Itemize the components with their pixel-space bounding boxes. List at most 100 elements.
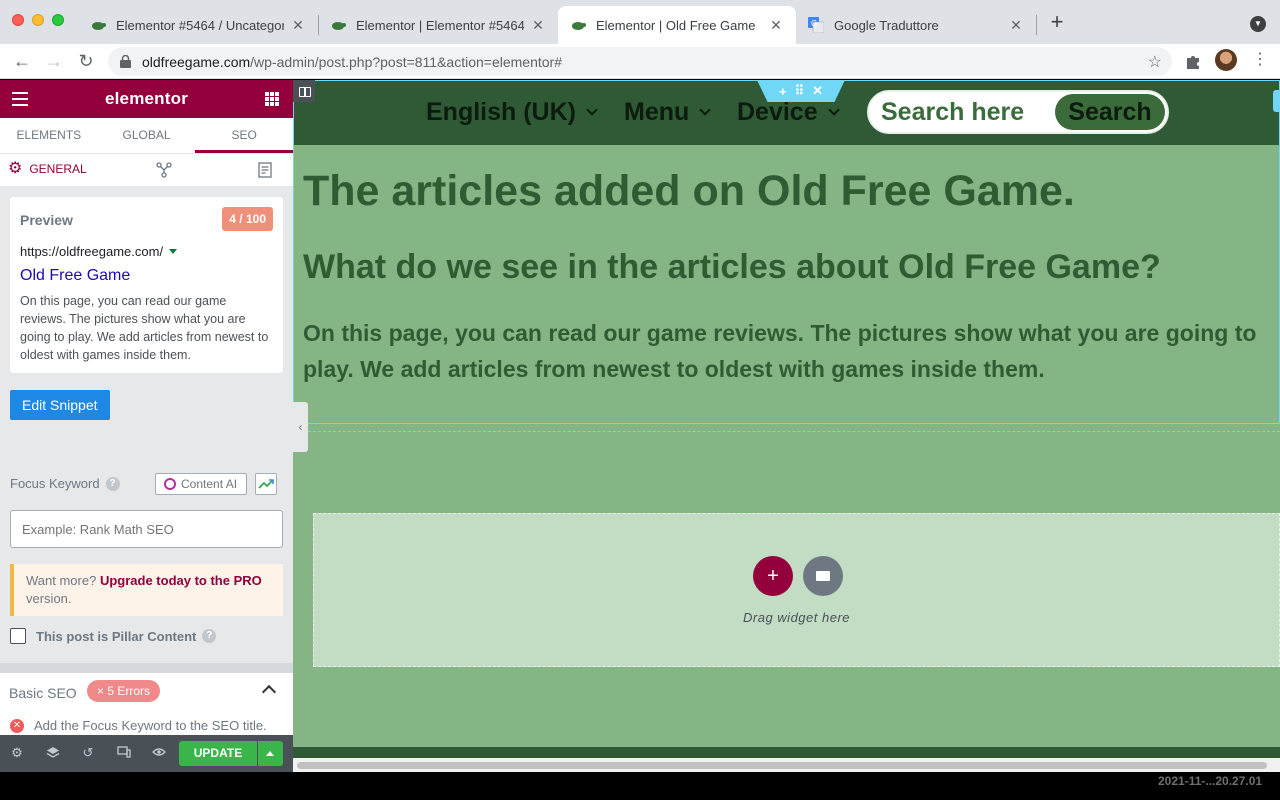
browser-tab[interactable]: G Google Traduttore ✕: [796, 6, 1036, 44]
turtle-favicon-icon: [90, 17, 106, 33]
upgrade-notice: Want more? Upgrade today to the PRO vers…: [10, 564, 283, 616]
browser-toolbar: ← → ↻ oldfreegame.com/wp-admin/post.php?…: [0, 44, 1280, 79]
page-subheading[interactable]: What do we see in the articles about Old…: [303, 248, 1161, 287]
serp-preview-card: Preview 4 / 100 https://oldfreegame.com/…: [10, 197, 283, 373]
new-tab-button[interactable]: +: [1046, 11, 1068, 34]
window-maximize-button[interactable]: [52, 14, 64, 26]
google-translate-favicon-icon: G: [808, 17, 824, 33]
close-icon[interactable]: ✕: [530, 17, 546, 34]
tab-title: Elementor | Elementor #5464: [356, 17, 524, 33]
page-heading[interactable]: The articles added on Old Free Game.: [303, 167, 1075, 216]
extensions-puzzle-icon[interactable]: [1184, 52, 1202, 70]
panel-footer: ⚙ ↺ UPDATE: [0, 735, 293, 772]
drag-section-icon[interactable]: ⠿: [795, 83, 805, 99]
focus-keyword-label: Focus Keyword?: [10, 476, 120, 491]
tab-divider: [1036, 15, 1037, 35]
section-handle[interactable]: + ⠿ ✕: [757, 80, 845, 102]
chevron-up-icon[interactable]: [261, 684, 277, 700]
horizontal-scrollbar[interactable]: [293, 758, 1280, 772]
navigator-layers-icon[interactable]: [46, 746, 60, 760]
svg-text:G: G: [811, 19, 817, 28]
browser-menu-icon[interactable]: ⋮: [1252, 51, 1268, 71]
scrollbar-thumb[interactable]: [297, 762, 1267, 769]
tab-seo[interactable]: SEO: [195, 118, 293, 153]
window-close-button[interactable]: [12, 14, 24, 26]
pillar-content-checkbox[interactable]: [10, 628, 26, 644]
section-divider: [0, 663, 293, 673]
preview-eye-icon[interactable]: [152, 746, 166, 760]
social-share-icon[interactable]: [156, 162, 172, 178]
panel-tabs: ELEMENTS GLOBAL SEO: [0, 118, 293, 154]
content-ai-label: Content AI: [181, 477, 238, 491]
close-icon[interactable]: ✕: [1008, 17, 1024, 34]
content-ai-icon: [164, 478, 176, 490]
basic-seo-title: Basic SEO: [9, 685, 77, 701]
close-icon[interactable]: ✕: [290, 17, 306, 34]
pillar-content-option[interactable]: This post is Pillar Content ?: [10, 628, 217, 644]
bookmark-star-icon[interactable]: ☆: [1148, 52, 1162, 72]
browser-tab[interactable]: Elementor #5464 / Uncategorized ✕: [78, 6, 318, 44]
update-options-caret-up-icon[interactable]: [258, 741, 283, 766]
section-boundary: [293, 431, 1280, 432]
turtle-favicon-icon: [330, 17, 346, 33]
close-icon[interactable]: ✕: [768, 17, 784, 34]
schema-document-icon[interactable]: [258, 162, 274, 178]
trends-button[interactable]: [255, 473, 277, 495]
basic-seo-section[interactable]: Basic SEO × 5 Errors ✕ Add the Focus Key…: [0, 673, 293, 735]
panel-scroll-area[interactable]: Preview 4 / 100 https://oldfreegame.com/…: [0, 187, 293, 735]
responsive-mode-icon[interactable]: [117, 746, 131, 760]
tab-global[interactable]: GLOBAL: [98, 118, 196, 153]
url-host: oldfreegame.com: [142, 53, 251, 70]
help-icon[interactable]: ?: [105, 476, 120, 491]
address-bar[interactable]: oldfreegame.com/wp-admin/post.php?post=8…: [108, 47, 1172, 76]
tab-search-chevron-down-icon[interactable]: ▼: [1250, 16, 1266, 32]
drag-widget-hint: Drag widget here: [743, 610, 850, 625]
seo-subtabs: ⚙ GENERAL: [0, 154, 293, 187]
profile-avatar[interactable]: [1215, 49, 1237, 71]
settings-gear-icon[interactable]: ⚙: [10, 746, 24, 760]
template-library-folder-icon[interactable]: [803, 556, 843, 596]
edit-snippet-button[interactable]: Edit Snippet: [10, 390, 110, 420]
preview-title: Old Free Game: [20, 267, 131, 284]
add-section-icon[interactable]: +: [779, 84, 787, 99]
elementor-panel: elementor ELEMENTS GLOBAL SEO ⚙ GENERAL …: [0, 80, 293, 772]
screenshot-timestamp: 2021-11-...20.27.01: [1158, 774, 1263, 788]
content-ai-button[interactable]: Content AI: [155, 473, 248, 495]
tab-title: Elementor #5464 / Uncategorized: [116, 17, 284, 33]
history-icon[interactable]: ↺: [81, 746, 95, 760]
errors-badge: × 5 Errors: [87, 680, 161, 702]
focus-keyword-label-text: Focus Keyword: [10, 476, 100, 491]
page-preview-canvas: English (UK) Menu Device Search here Sea…: [293, 80, 1280, 772]
help-icon[interactable]: ?: [202, 629, 217, 643]
preview-url-text: https://oldfreegame.com/: [20, 244, 164, 259]
upgrade-prefix: Want more?: [26, 573, 97, 588]
page-paragraph[interactable]: On this page, you can read our game revi…: [303, 315, 1275, 387]
add-section-button[interactable]: +: [753, 556, 793, 596]
focus-keyword-input[interactable]: [10, 510, 283, 548]
forward-arrow-icon[interactable]: →: [42, 50, 66, 74]
browser-tab-active[interactable]: Elementor | Old Free Game ✕: [558, 6, 796, 44]
back-arrow-icon[interactable]: ←: [10, 50, 34, 74]
reload-icon[interactable]: ↻: [74, 50, 98, 74]
add-new-section-dropzone[interactable]: + Drag widget here: [313, 513, 1280, 667]
window-minimize-button[interactable]: [32, 14, 44, 26]
subtab-general[interactable]: ⚙ GENERAL: [8, 161, 87, 177]
caret-down-icon: [169, 249, 178, 254]
column-edit-icon[interactable]: [293, 80, 315, 102]
gear-icon: ⚙: [8, 160, 23, 177]
elementor-logo: elementor: [104, 89, 189, 108]
widgets-grid-icon[interactable]: [265, 92, 279, 106]
update-button[interactable]: UPDATE: [179, 741, 257, 766]
delete-section-icon[interactable]: ✕: [812, 83, 823, 99]
url-path: /wp-admin/post.php?post=811&action=eleme…: [250, 53, 563, 70]
upgrade-link[interactable]: Upgrade today to the PRO: [100, 573, 262, 588]
trend-chart-icon: [258, 479, 274, 489]
preview-description: On this page, you can read our game revi…: [20, 294, 269, 362]
tab-elements[interactable]: ELEMENTS: [0, 118, 98, 153]
widget-edit-handle[interactable]: [1273, 90, 1280, 112]
focus-keyword-section: Focus Keyword? Content AI Want more? Upg…: [0, 452, 293, 658]
browser-tab[interactable]: Elementor | Elementor #5464 ✕: [318, 6, 558, 44]
lock-icon: [120, 55, 134, 68]
seo-check-item: ✕ Add the Focus Keyword to the SEO title…: [10, 718, 267, 733]
collapse-panel-chevron-left-icon[interactable]: ‹: [293, 402, 308, 452]
